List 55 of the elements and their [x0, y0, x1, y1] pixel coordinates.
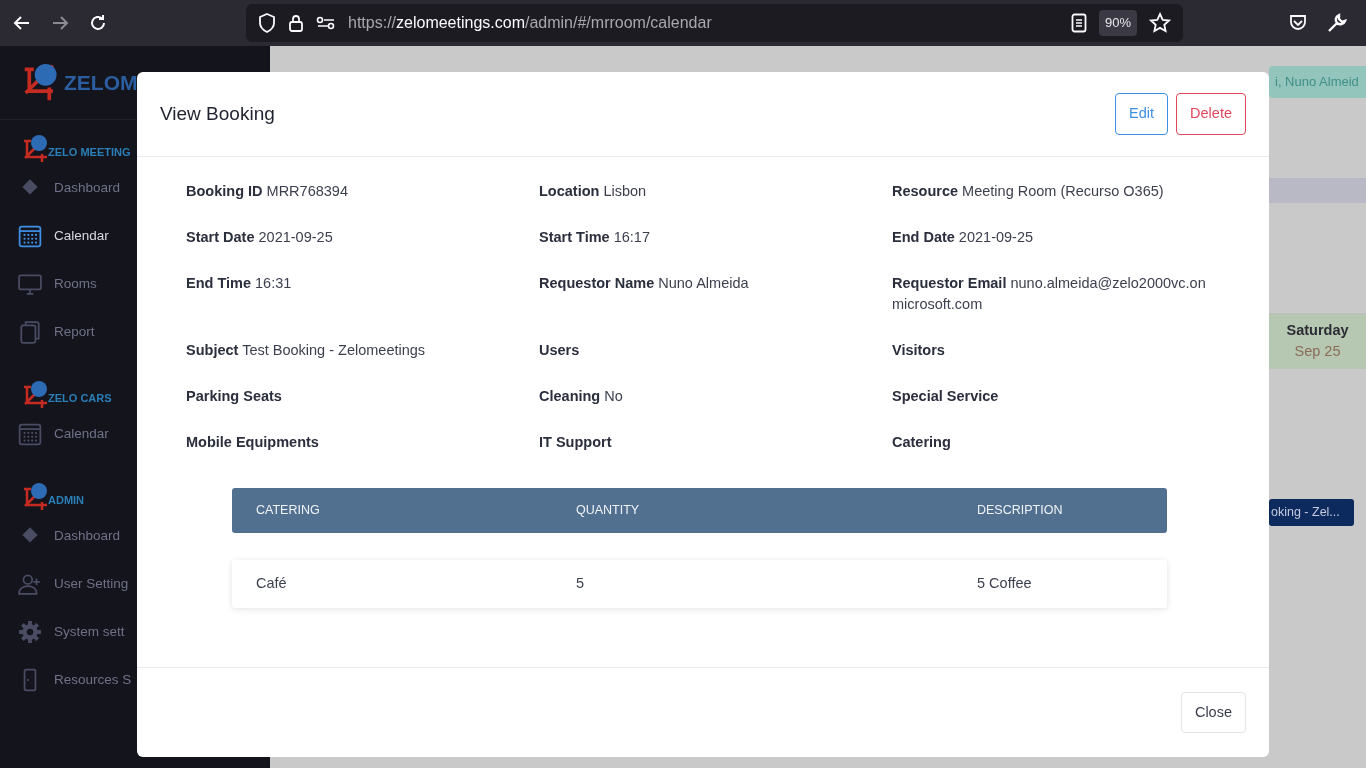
column-header: CATERING — [256, 502, 321, 519]
url-text: https://zelomeetings.com/admin/#/mrroom/calendar — [348, 13, 712, 33]
dialog-title: View Booking — [160, 102, 275, 126]
settings-icon — [18, 620, 42, 644]
day-name: Saturday — [1285, 320, 1350, 340]
sidebar-item[interactable]: Resources S — [0, 656, 270, 704]
calendar-event[interactable]: oking - Zel... — [1269, 499, 1354, 526]
monitor-icon — [18, 272, 42, 296]
star-icon[interactable] — [1149, 12, 1171, 34]
pocket-icon[interactable] — [1288, 13, 1308, 33]
table-cell-text: 5 — [576, 573, 586, 593]
detail-field: Booking ID MRR768394 — [185, 181, 538, 227]
column-header: QUANTITY — [576, 502, 641, 519]
calendar-icon — [18, 422, 42, 446]
detail-field: Special Service — [891, 386, 1211, 432]
close-button[interactable]: Close — [1180, 691, 1246, 734]
detail-field: Catering — [891, 432, 1211, 478]
detail-field: End Date 2021-09-25 — [891, 227, 1211, 273]
table-cell-text: Café — [256, 573, 288, 593]
detail-field: End Time 16:31 — [185, 273, 538, 340]
lock-icon[interactable] — [288, 13, 304, 33]
detail-field: Subject Test Booking - Zelomeetings — [185, 340, 538, 386]
detail-field: IT Support — [538, 432, 891, 478]
detail-field: Cleaning No — [538, 386, 891, 432]
reload-icon[interactable] — [88, 13, 108, 33]
delete-button[interactable]: Delete — [1176, 93, 1246, 135]
sidebar-item[interactable]: System sett — [0, 608, 270, 656]
reader-view-icon[interactable] — [1070, 13, 1087, 33]
detail-field: Start Date 2021-09-25 — [185, 227, 538, 273]
detail-field: Mobile Equipments — [185, 432, 538, 478]
detail-field: Requestor Name Nuno Almeida — [538, 273, 891, 340]
section-title: ZELO CARS — [48, 390, 112, 406]
section-title: ADMIN — [48, 492, 85, 508]
detail-field: Visitors — [891, 340, 1211, 386]
section-title: ZELO MEETING — [48, 144, 131, 160]
shield-icon[interactable] — [258, 13, 276, 33]
logo-text: ZELOM — [64, 69, 138, 96]
detail-field: Parking Seats — [185, 386, 538, 432]
add-user-icon — [18, 572, 42, 596]
day-date: Sep 25 — [1293, 342, 1342, 362]
table-cell-text: 5 Coffee — [977, 573, 1033, 593]
column-header: DESCRIPTION — [977, 502, 1064, 519]
settings-icon[interactable] — [316, 15, 336, 31]
wrench-icon[interactable] — [1326, 12, 1348, 34]
pages-icon — [18, 320, 42, 344]
detail-field: Users — [538, 340, 891, 386]
calendar-icon — [18, 224, 42, 248]
detail-field: Resource Meeting Room (Recurso O365) — [891, 181, 1211, 227]
user-greeting[interactable]: i, Nuno Almeid — [1269, 66, 1366, 98]
zoom-level[interactable]: 90% — [1098, 10, 1137, 36]
detail-field: Requestor Email nuno.almeida@zelo2000vc.onmicrosoft.com — [891, 273, 1211, 340]
edit-button[interactable]: Edit — [1115, 93, 1169, 135]
detail-field: Location Lisbon — [538, 181, 891, 227]
detail-field: Start Time 16:17 — [538, 227, 891, 273]
address-bar[interactable]: https://zelomeetings.com/admin/#/mrroom/calendar 90% — [246, 4, 1183, 42]
